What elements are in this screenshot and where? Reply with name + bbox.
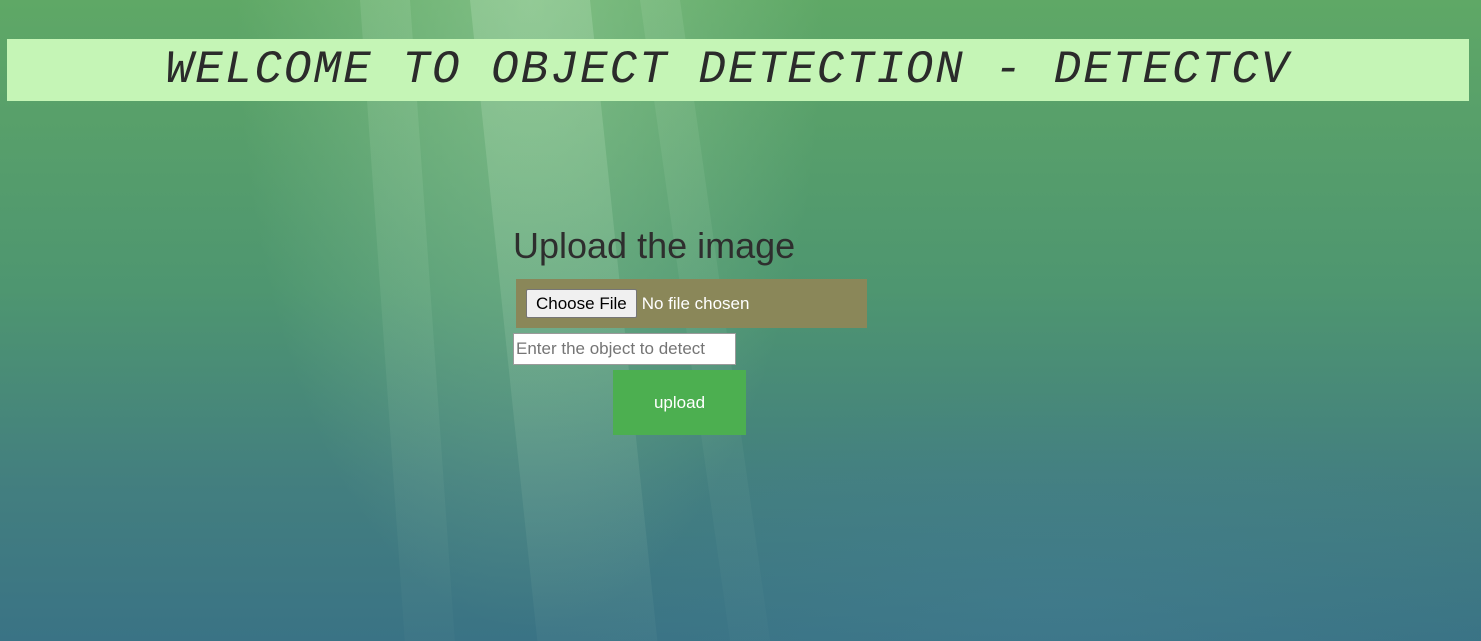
object-name-input[interactable] bbox=[513, 333, 736, 365]
file-status-text: No file chosen bbox=[641, 293, 750, 313]
page-title: WELCOME TO OBJECT DETECTION - DETECTCV bbox=[165, 44, 1291, 96]
upload-button[interactable]: upload bbox=[613, 370, 746, 435]
header-banner: WELCOME TO OBJECT DETECTION - DETECTCV bbox=[7, 39, 1469, 101]
file-upload-panel: Choose File No file chosen bbox=[516, 279, 867, 328]
upload-heading: Upload the image bbox=[513, 225, 796, 266]
choose-file-button[interactable]: Choose File bbox=[526, 289, 637, 318]
